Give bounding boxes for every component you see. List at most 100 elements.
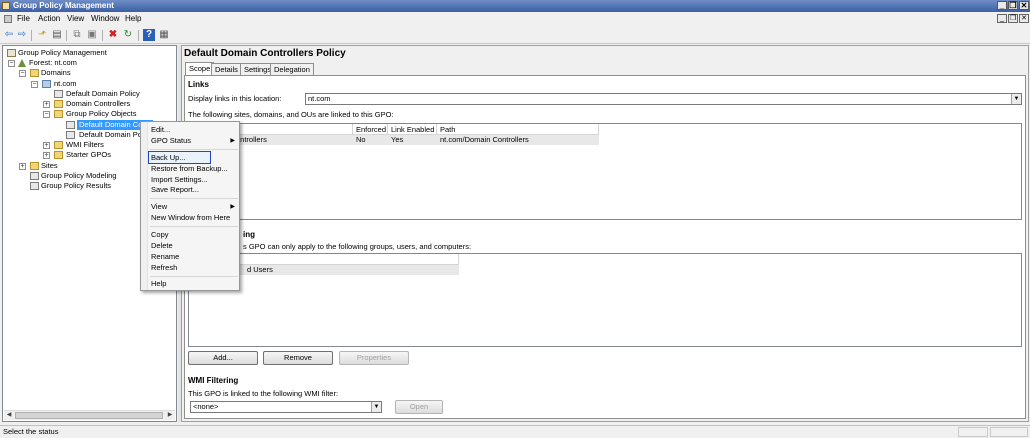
mdi-close-button[interactable]: ✕ bbox=[1019, 14, 1029, 23]
links-location-dropdown[interactable]: nt.com ▼ bbox=[305, 93, 1022, 105]
menu-item-save-report[interactable]: Save Report... bbox=[151, 185, 199, 195]
menu-gutter bbox=[141, 122, 148, 290]
link-location-cell: ontrollers bbox=[236, 135, 267, 144]
copy-icon[interactable]: ⧉ bbox=[71, 29, 83, 41]
table-row[interactable]: ontrollers No Yes nt.com/Domain Controll… bbox=[189, 135, 599, 145]
tree-horizontal-scrollbar[interactable]: ◀ ▶ bbox=[4, 410, 175, 420]
show-hide-tree-icon[interactable]: ▤ bbox=[51, 29, 63, 41]
collapse-gpo-folder-icon[interactable]: − bbox=[43, 111, 50, 118]
menu-item-refresh[interactable]: Refresh bbox=[151, 263, 177, 273]
menu-item-new-window[interactable]: New Window from Here bbox=[151, 213, 230, 223]
menu-item-gpo-status-label: GPO Status bbox=[151, 136, 192, 145]
menu-item-copy[interactable]: Copy bbox=[151, 230, 169, 240]
links-list[interactable]: Enforced Link Enabled Path ontrollers No… bbox=[188, 123, 1022, 220]
column-enforced[interactable]: Enforced bbox=[353, 124, 388, 135]
expand-domain-controllers-icon[interactable]: + bbox=[43, 101, 50, 108]
wmi-filtering-heading: WMI Filtering bbox=[188, 376, 239, 385]
link-enabled-cell: Yes bbox=[391, 135, 404, 144]
menu-separator bbox=[150, 226, 238, 227]
tree-item-wmi-filters[interactable]: WMI Filters bbox=[66, 140, 104, 150]
paste-icon[interactable]: ▣ bbox=[86, 29, 98, 41]
mdi-restore-button[interactable]: ❐ bbox=[1008, 14, 1018, 23]
help-icon[interactable]: ? bbox=[143, 29, 155, 41]
expand-starter-gpos-icon[interactable]: + bbox=[43, 152, 50, 159]
menu-item-gpo-status[interactable]: GPO Status bbox=[151, 136, 236, 146]
tree-item-default-domain-policy[interactable]: Default Domain Policy bbox=[66, 89, 140, 99]
tree-item-starter-gpos[interactable]: Starter GPOs bbox=[66, 150, 111, 160]
tree-item-forest[interactable]: Forest: nt.com bbox=[29, 58, 77, 68]
links-location-value: nt.com bbox=[308, 94, 331, 103]
tab-delegation[interactable]: Delegation bbox=[270, 63, 314, 75]
open-button[interactable]: Open bbox=[395, 400, 443, 414]
tree-item-domain[interactable]: nt.com bbox=[54, 79, 77, 89]
collapse-domains-icon[interactable]: − bbox=[19, 70, 26, 77]
collapse-domain-icon[interactable]: − bbox=[31, 81, 38, 88]
column-link-enabled[interactable]: Link Enabled bbox=[388, 124, 437, 135]
mdi-minimize-button[interactable]: _ bbox=[997, 14, 1007, 23]
link-enforced-cell: No bbox=[356, 135, 366, 144]
menu-item-restore-from-backup[interactable]: Restore from Backup... bbox=[151, 164, 228, 174]
scroll-left-icon[interactable]: ◀ bbox=[4, 411, 14, 420]
wmi-filter-dropdown[interactable]: <none> ▼ bbox=[190, 401, 382, 413]
chevron-down-icon[interactable]: ▼ bbox=[371, 402, 381, 412]
column-path[interactable]: Path bbox=[437, 124, 599, 135]
menu-separator bbox=[150, 149, 238, 150]
modeling-icon bbox=[30, 172, 39, 180]
menu-item-rename[interactable]: Rename bbox=[151, 252, 179, 262]
delete-icon[interactable]: ✖ bbox=[107, 29, 119, 41]
menu-window[interactable]: Window bbox=[91, 14, 119, 23]
add-button[interactable]: Add... bbox=[188, 351, 258, 365]
mdi-window-icon[interactable] bbox=[4, 15, 12, 23]
menu-item-help[interactable]: Help bbox=[151, 279, 166, 289]
wmi-folder-icon bbox=[54, 141, 63, 149]
domain-icon bbox=[42, 80, 51, 88]
back-icon[interactable]: ⇦ bbox=[3, 29, 15, 41]
menu-item-delete[interactable]: Delete bbox=[151, 241, 173, 251]
restore-button[interactable]: ❐ bbox=[1008, 1, 1018, 10]
tree-item-sites[interactable]: Sites bbox=[41, 161, 58, 171]
linked-caption: The following sites, domains, and OUs ar… bbox=[188, 110, 394, 119]
menu-separator bbox=[150, 276, 238, 277]
security-principal-cell: d Users bbox=[247, 265, 273, 274]
forest-icon bbox=[18, 59, 26, 67]
status-text: Select the status bbox=[3, 427, 59, 436]
minimize-button[interactable]: _ bbox=[997, 1, 1007, 10]
tree-item-domains[interactable]: Domains bbox=[41, 68, 71, 78]
menu-item-back-up[interactable]: Back Up... bbox=[151, 153, 186, 163]
menu-view[interactable]: View bbox=[67, 14, 84, 23]
tree-item-root[interactable]: Group Policy Management bbox=[18, 48, 107, 58]
up-icon[interactable]: ⬏ bbox=[36, 29, 48, 41]
security-filter-list[interactable]: d Users bbox=[188, 253, 1022, 347]
menu-file[interactable]: File bbox=[17, 14, 30, 23]
tab-scope[interactable]: Scope bbox=[185, 62, 215, 75]
status-pane bbox=[958, 427, 988, 437]
tree-item-gpo-other[interactable]: Default Domain Polic bbox=[79, 130, 149, 140]
properties-icon[interactable]: ▦ bbox=[158, 29, 170, 41]
expand-sites-icon[interactable]: + bbox=[19, 163, 26, 170]
tree-item-group-policy-objects[interactable]: Group Policy Objects bbox=[66, 109, 136, 119]
scroll-thumb[interactable] bbox=[15, 412, 163, 419]
tree-item-results[interactable]: Group Policy Results bbox=[41, 181, 111, 191]
context-menu: Edit... GPO Status ▶ Back Up... Restore … bbox=[140, 121, 240, 291]
collapse-forest-icon[interactable]: − bbox=[8, 60, 15, 67]
close-button[interactable]: ✕ bbox=[1019, 1, 1029, 10]
forward-icon[interactable]: ⇨ bbox=[16, 29, 28, 41]
menu-item-edit[interactable]: Edit... bbox=[151, 125, 170, 135]
chevron-down-icon[interactable]: ▼ bbox=[1011, 94, 1021, 104]
properties-button[interactable]: Properties bbox=[339, 351, 409, 365]
tab-details[interactable]: Details bbox=[211, 63, 242, 75]
results-icon bbox=[30, 182, 39, 190]
window-title: Group Policy Management bbox=[13, 1, 114, 10]
app-icon bbox=[2, 2, 10, 10]
gpo-folder-icon bbox=[54, 110, 63, 118]
refresh-icon[interactable]: ↻ bbox=[122, 29, 134, 41]
menu-item-view[interactable]: View bbox=[151, 202, 167, 212]
menu-item-import-settings[interactable]: Import Settings... bbox=[151, 175, 208, 185]
expand-wmi-filters-icon[interactable]: + bbox=[43, 142, 50, 149]
menu-help[interactable]: Help bbox=[125, 14, 141, 23]
remove-button[interactable]: Remove bbox=[263, 351, 333, 365]
menu-action[interactable]: Action bbox=[38, 14, 60, 23]
scroll-right-icon[interactable]: ▶ bbox=[165, 411, 175, 420]
tree-item-modeling[interactable]: Group Policy Modeling bbox=[41, 171, 116, 181]
tree-item-domain-controllers[interactable]: Domain Controllers bbox=[66, 99, 130, 109]
